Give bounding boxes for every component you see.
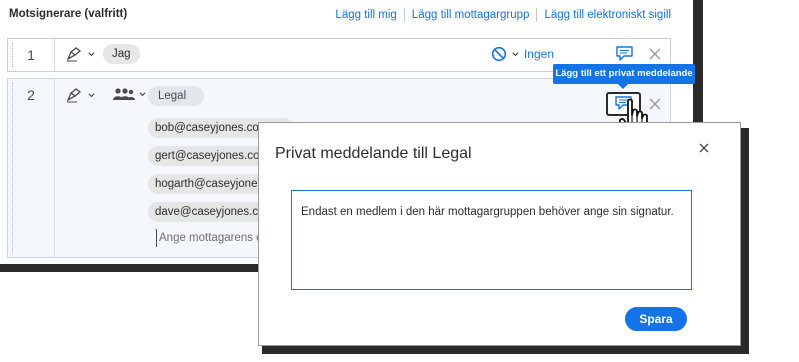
remove-recipient-icon[interactable] xyxy=(649,98,661,110)
recipient-chip[interactable]: Jag xyxy=(103,44,140,64)
private-message-dialog: Privat meddelande till Legal Endast en m… xyxy=(258,122,741,346)
chevron-down-icon xyxy=(512,51,519,56)
auth-dropdown[interactable]: Ingen xyxy=(491,46,554,62)
remove-recipient-icon[interactable] xyxy=(649,48,661,60)
group-dropdown[interactable] xyxy=(112,87,146,101)
prohibited-icon xyxy=(491,46,507,62)
private-message-textarea[interactable]: Endast en medlem i den här mottagargrupp… xyxy=(291,190,692,290)
private-message-icon[interactable] xyxy=(615,45,634,62)
chevron-down-icon xyxy=(88,92,95,97)
auth-label: Ingen xyxy=(523,47,554,61)
group-chip[interactable]: Legal xyxy=(148,86,205,106)
row-number: 2 xyxy=(27,87,35,103)
chevron-down-icon xyxy=(88,51,95,56)
role-dropdown[interactable] xyxy=(65,87,95,103)
add-private-message-tooltip: Lägg till ett privat meddelande xyxy=(553,64,695,84)
close-icon[interactable] xyxy=(698,142,710,154)
chevron-down-icon xyxy=(139,91,146,96)
link-divider xyxy=(403,8,405,22)
save-button[interactable]: Spara xyxy=(625,307,687,331)
role-dropdown[interactable] xyxy=(65,46,95,62)
row-divider xyxy=(54,79,55,257)
signer-pen-icon xyxy=(66,88,82,103)
private-message-text: Endast en medlem i den här mottagargrupp… xyxy=(301,206,674,218)
add-recipient-group-link[interactable]: Lägg till mottagargrupp xyxy=(412,9,530,21)
panel-title: Motsignerare (valfritt) xyxy=(9,8,128,20)
tooltip-tail xyxy=(618,84,628,89)
drag-handle[interactable] xyxy=(12,83,13,253)
row-number: 1 xyxy=(27,47,35,63)
dialog-title: Privat meddelande till Legal xyxy=(275,145,472,162)
row-divider xyxy=(54,39,55,71)
link-divider xyxy=(536,8,538,22)
signer-pen-icon xyxy=(66,47,82,62)
panel-links: Lägg till mig Lägg till mottagargrupp Lä… xyxy=(335,8,671,22)
add-me-link[interactable]: Lägg till mig xyxy=(335,9,396,21)
add-electronic-seal-link[interactable]: Lägg till elektroniskt sigill xyxy=(544,9,671,21)
group-people-icon xyxy=(113,88,135,100)
